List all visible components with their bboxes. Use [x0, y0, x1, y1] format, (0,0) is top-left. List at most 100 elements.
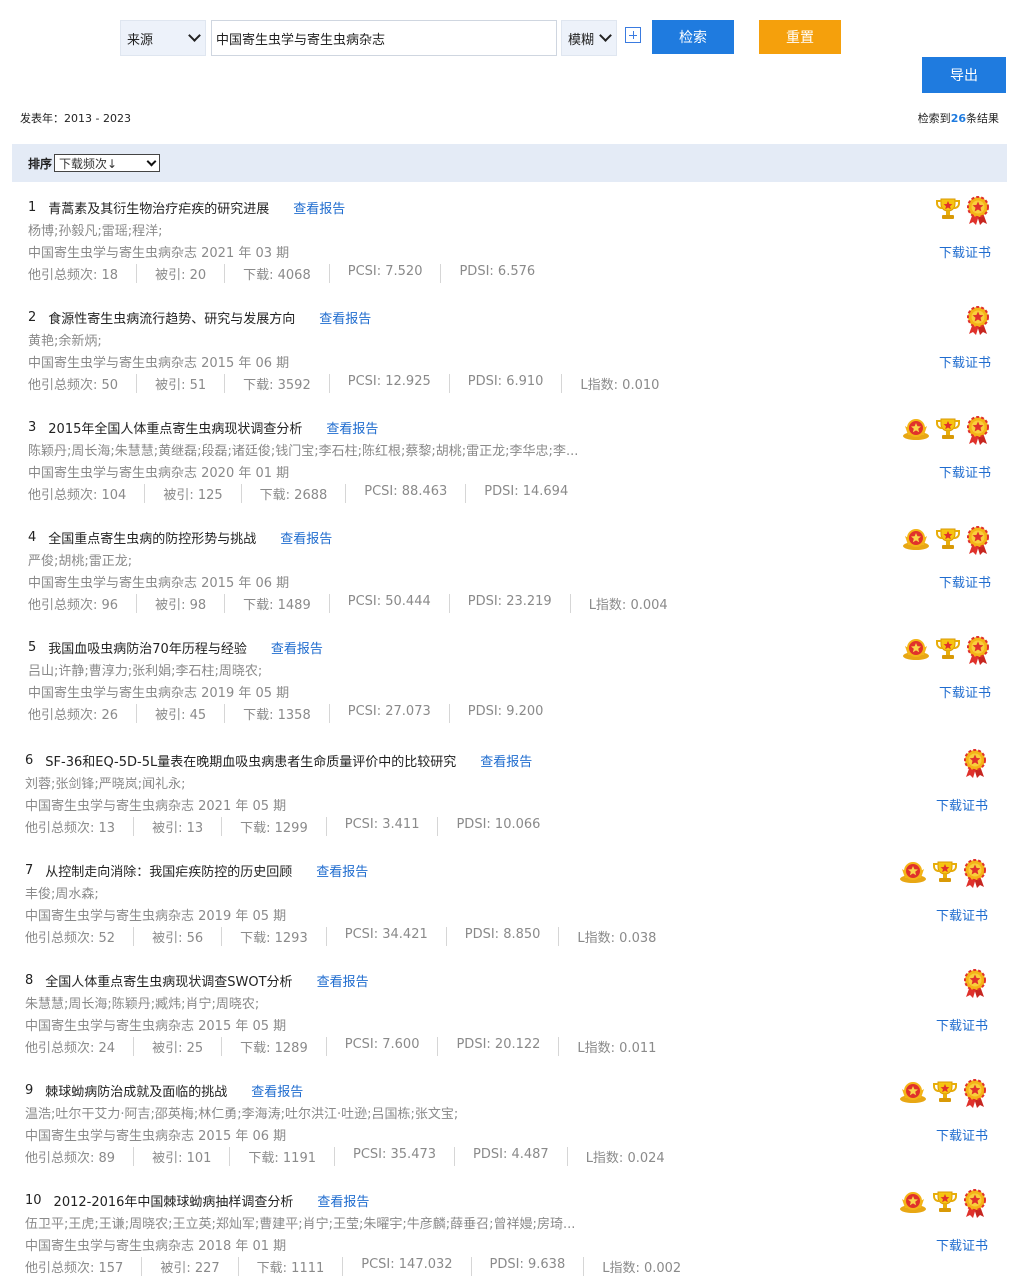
chevron-down-icon: [599, 29, 612, 42]
metric-value: 他引总频次: 96: [28, 598, 119, 613]
download-certificate-link[interactable]: 下载证书: [936, 1015, 988, 1034]
award-badges: [901, 636, 991, 666]
result-title-line: 2 食源性寄生虫病流行趋势、研究与发展方向 查看报告: [28, 308, 371, 327]
result-title-link[interactable]: 从控制走向消除：我国疟疾防控的历史回顾: [45, 861, 292, 880]
result-title-link[interactable]: 全国人体重点寄生虫病现状调查SWOT分析: [45, 971, 292, 990]
result-item: 2 食源性寄生虫病流行趋势、研究与发展方向 查看报告 黄艳;余新炳; 中国寄生虫学与寄生…: [12, 296, 1007, 406]
trophy-icon: [932, 859, 958, 889]
result-authors: 黄艳;余新炳;: [28, 334, 102, 349]
medal-icon: [898, 859, 928, 889]
sort-select[interactable]: 下载频次↓: [54, 154, 161, 172]
metric-value: 下载: 2688: [240, 484, 346, 503]
result-title-line: 7 从控制走向消除：我国疟疾防控的历史回顾 查看报告: [25, 861, 368, 880]
view-report-link[interactable]: 查看报告: [280, 528, 332, 547]
medal-icon: [901, 636, 931, 666]
result-title-link[interactable]: 食源性寄生虫病流行趋势、研究与发展方向: [48, 308, 295, 327]
metric-value: PDSI: 10.066: [437, 817, 558, 836]
download-certificate-link[interactable]: 下载证书: [936, 795, 988, 814]
view-report-link[interactable]: 查看报告: [316, 861, 368, 880]
result-title-line: 9 棘球蚴病防治成就及面临的挑战 查看报告: [25, 1081, 303, 1100]
result-title-link[interactable]: 2012-2016年中国棘球蚴病抽样调查分析: [54, 1191, 294, 1210]
add-condition-icon[interactable]: [625, 27, 641, 43]
chevron-down-icon: [188, 29, 201, 42]
metric-value: PCSI: 7.520: [328, 264, 441, 283]
reset-button[interactable]: 重置: [759, 20, 841, 54]
award-badges: [962, 749, 988, 779]
view-report-link[interactable]: 查看报告: [317, 1191, 369, 1210]
metric-value: 他引总频次: 50: [28, 378, 119, 393]
result-item: 4 全国重点寄生虫病的防控形势与挑战 查看报告 严俊;胡桃;雷正龙; 中国寄生虫学与寄生…: [12, 516, 1007, 626]
trophy-icon: [935, 196, 961, 226]
metric-value: 下载: 1299: [221, 817, 326, 836]
result-journal: 中国寄生虫学与寄生虫病杂志 2021 年 03 期: [28, 246, 290, 261]
result-authors: 温浩;吐尔干艾力·阿吉;邵英梅;林仁勇;李海涛;吐尔洪江·吐逊;吕国栋;张文宝;: [25, 1107, 459, 1122]
field-select[interactable]: 来源: [120, 20, 206, 56]
metric-value: 下载: 1111: [237, 1257, 343, 1276]
result-title-link[interactable]: 2015年全国人体重点寄生虫病现状调查分析: [48, 418, 302, 437]
result-item: 3 2015年全国人体重点寄生虫病现状调查分析 查看报告 陈颖丹;周长海;朱慧慧;黄继…: [12, 406, 1007, 516]
view-report-link[interactable]: 查看报告: [326, 418, 378, 437]
metric-value: PDSI: 6.576: [440, 264, 553, 283]
download-certificate-link[interactable]: 下载证书: [936, 1235, 988, 1254]
view-report-link[interactable]: 查看报告: [319, 308, 371, 327]
view-report-link[interactable]: 查看报告: [251, 1081, 303, 1100]
metric-value: 被引: 101: [133, 1147, 229, 1166]
award-badges: [965, 306, 991, 336]
metric-value: L指数: 0.011: [558, 1037, 674, 1056]
metric-value: L指数: 0.004: [569, 594, 686, 613]
result-metrics: 他引总频次: 52 被引: 56 下载: 1293 PCSI: 34.421 PDSI:…: [25, 927, 674, 946]
download-certificate-link[interactable]: 下载证书: [936, 905, 988, 924]
metric-value: PDSI: 23.219: [448, 594, 570, 613]
match-mode-select[interactable]: 模糊: [561, 20, 617, 56]
metric-value: 被引: 51: [136, 374, 224, 393]
download-certificate-link[interactable]: 下载证书: [939, 352, 991, 371]
metric-value: PCSI: 27.073: [328, 704, 449, 723]
view-report-link[interactable]: 查看报告: [293, 198, 345, 217]
view-report-link[interactable]: 查看报告: [480, 751, 532, 770]
award-badges: [935, 196, 991, 226]
award-badges: [962, 969, 988, 999]
result-title-line: 1 青蒿素及其衍生物治疗疟疾的研究进展 查看报告: [28, 198, 345, 217]
metric-value: PDSI: 8.850: [445, 927, 559, 946]
download-certificate-link[interactable]: 下载证书: [939, 242, 991, 261]
result-title-link[interactable]: 棘球蚴病防治成就及面临的挑战: [45, 1081, 227, 1100]
result-count: 检索到26条结果: [917, 112, 999, 125]
result-number: 5: [28, 640, 37, 655]
export-button[interactable]: 导出: [922, 57, 1006, 93]
download-certificate-link[interactable]: 下载证书: [939, 572, 991, 591]
metric-value: 下载: 1191: [229, 1147, 334, 1166]
metric-value: 下载: 4068: [224, 264, 329, 283]
metric-value: 下载: 1489: [224, 594, 329, 613]
rosette-award-icon: [962, 749, 988, 779]
result-title-link[interactable]: 我国血吸虫病防治70年历程与经验: [48, 638, 247, 657]
result-journal: 中国寄生虫学与寄生虫病杂志 2015 年 06 期: [28, 576, 290, 591]
search-button[interactable]: 检索: [652, 20, 734, 54]
metric-value: PDSI: 9.638: [470, 1257, 584, 1276]
medal-icon: [901, 526, 931, 556]
result-metrics: 他引总频次: 89 被引: 101 下载: 1191 PCSI: 35.473 PDSI…: [25, 1147, 683, 1166]
result-title-link[interactable]: 全国重点寄生虫病的防控形势与挑战: [48, 528, 256, 547]
metric-value: PDSI: 6.910: [448, 374, 562, 393]
metric-value: PCSI: 7.600: [325, 1037, 438, 1056]
result-journal: 中国寄生虫学与寄生虫病杂志 2019 年 05 期: [28, 686, 290, 701]
chevron-down-icon: [146, 156, 157, 166]
rosette-award-icon: [962, 859, 988, 889]
metric-value: L指数: 0.024: [566, 1147, 683, 1166]
download-certificate-link[interactable]: 下载证书: [939, 682, 991, 701]
download-certificate-link[interactable]: 下载证书: [939, 462, 991, 481]
result-metrics: 他引总频次: 104 被引: 125 下载: 2688 PCSI: 88.463 PDS…: [28, 484, 586, 503]
result-title-link[interactable]: 青蒿素及其衍生物治疗疟疾的研究进展: [48, 198, 269, 217]
view-report-link[interactable]: 查看报告: [317, 971, 369, 990]
result-number: 4: [28, 530, 37, 545]
view-report-link[interactable]: 查看报告: [271, 638, 323, 657]
download-certificate-link[interactable]: 下载证书: [936, 1125, 988, 1144]
result-item: 8 全国人体重点寄生虫病现状调查SWOT分析 查看报告 朱慧慧;周长海;陈颖丹;臧炜;…: [12, 959, 1007, 1069]
result-number: 6: [25, 753, 34, 768]
rosette-award-icon: [965, 526, 991, 556]
result-item: 5 我国血吸虫病防治70年历程与经验 查看报告 吕山;许静;曹淳力;张利娟;李石柱;周…: [12, 626, 1007, 736]
result-title-link[interactable]: SF-36和EQ-5D-5L量表在晚期血吸虫病患者生命质量评价中的比较研究: [45, 751, 456, 770]
rosette-award-icon: [965, 416, 991, 446]
award-badges: [898, 1189, 988, 1219]
keyword-input[interactable]: [211, 20, 557, 56]
metric-value: 他引总频次: 52: [25, 931, 116, 946]
